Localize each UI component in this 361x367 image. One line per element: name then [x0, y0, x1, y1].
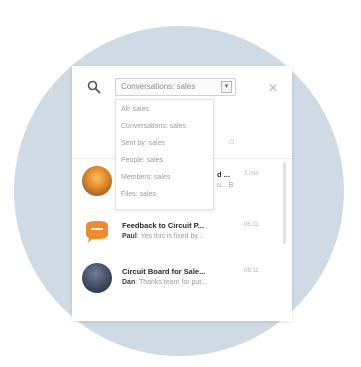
conversation-item[interactable]: Circuit Board for Sale... 06:11 Dan: Tha…	[72, 261, 292, 299]
conversation-preview: Dan: Thanks team for put...	[122, 279, 208, 286]
stage: Conversations: sales ▾ ✕ All: sales Conv…	[0, 0, 361, 367]
preview-text: u... B	[217, 182, 234, 189]
avatar	[82, 263, 112, 293]
filter-icon[interactable]: ⌂	[229, 136, 234, 146]
conversation-time: 06:11	[244, 268, 259, 274]
conversation-time: 06:11	[244, 222, 259, 228]
avatar	[82, 217, 112, 247]
preview-sender: Dan	[122, 279, 136, 286]
search-row: Conversations: sales ▾ ✕	[72, 76, 292, 100]
conversation-preview: Paul: Yes this is fixed by...	[122, 233, 204, 240]
conversation-preview: u... B	[217, 182, 233, 189]
preview-text: Thanks team for put...	[139, 279, 208, 286]
preview-text: Yes this is fixed by...	[140, 233, 204, 240]
search-scope-value: Conversations: sales	[121, 82, 196, 91]
avatar	[82, 166, 112, 196]
dropdown-option-all[interactable]: All: sales	[121, 106, 149, 113]
dropdown-option-sent-by[interactable]: Sent by: sales	[121, 140, 165, 147]
speech-bubble-icon	[86, 221, 108, 243]
dropdown-option-conversations[interactable]: Conversations: sales	[121, 123, 186, 130]
conversation-title: d ...	[217, 170, 230, 179]
chevron-down-icon[interactable]: ▾	[221, 81, 232, 93]
search-scope-select[interactable]: Conversations: sales ▾	[115, 78, 236, 96]
conversation-time: 3 min	[244, 171, 259, 177]
dropdown-option-members[interactable]: Members: sales	[121, 174, 170, 181]
close-icon[interactable]: ✕	[268, 82, 278, 94]
conversation-title: Feedback to Circuit P...	[122, 221, 204, 230]
search-scope-dropdown: All: sales Conversations: sales Sent by:…	[115, 99, 214, 210]
conversation-item[interactable]: Feedback to Circuit P... 06:11 Paul: Yes…	[72, 215, 292, 253]
conversation-title: Circuit Board for Sale...	[122, 267, 206, 276]
search-panel: Conversations: sales ▾ ✕ All: sales Conv…	[72, 66, 292, 321]
search-icon	[87, 80, 101, 94]
dropdown-option-files[interactable]: Files: sales	[121, 191, 156, 198]
dropdown-option-people[interactable]: People: sales	[121, 157, 163, 164]
preview-sender: Paul	[122, 233, 137, 240]
